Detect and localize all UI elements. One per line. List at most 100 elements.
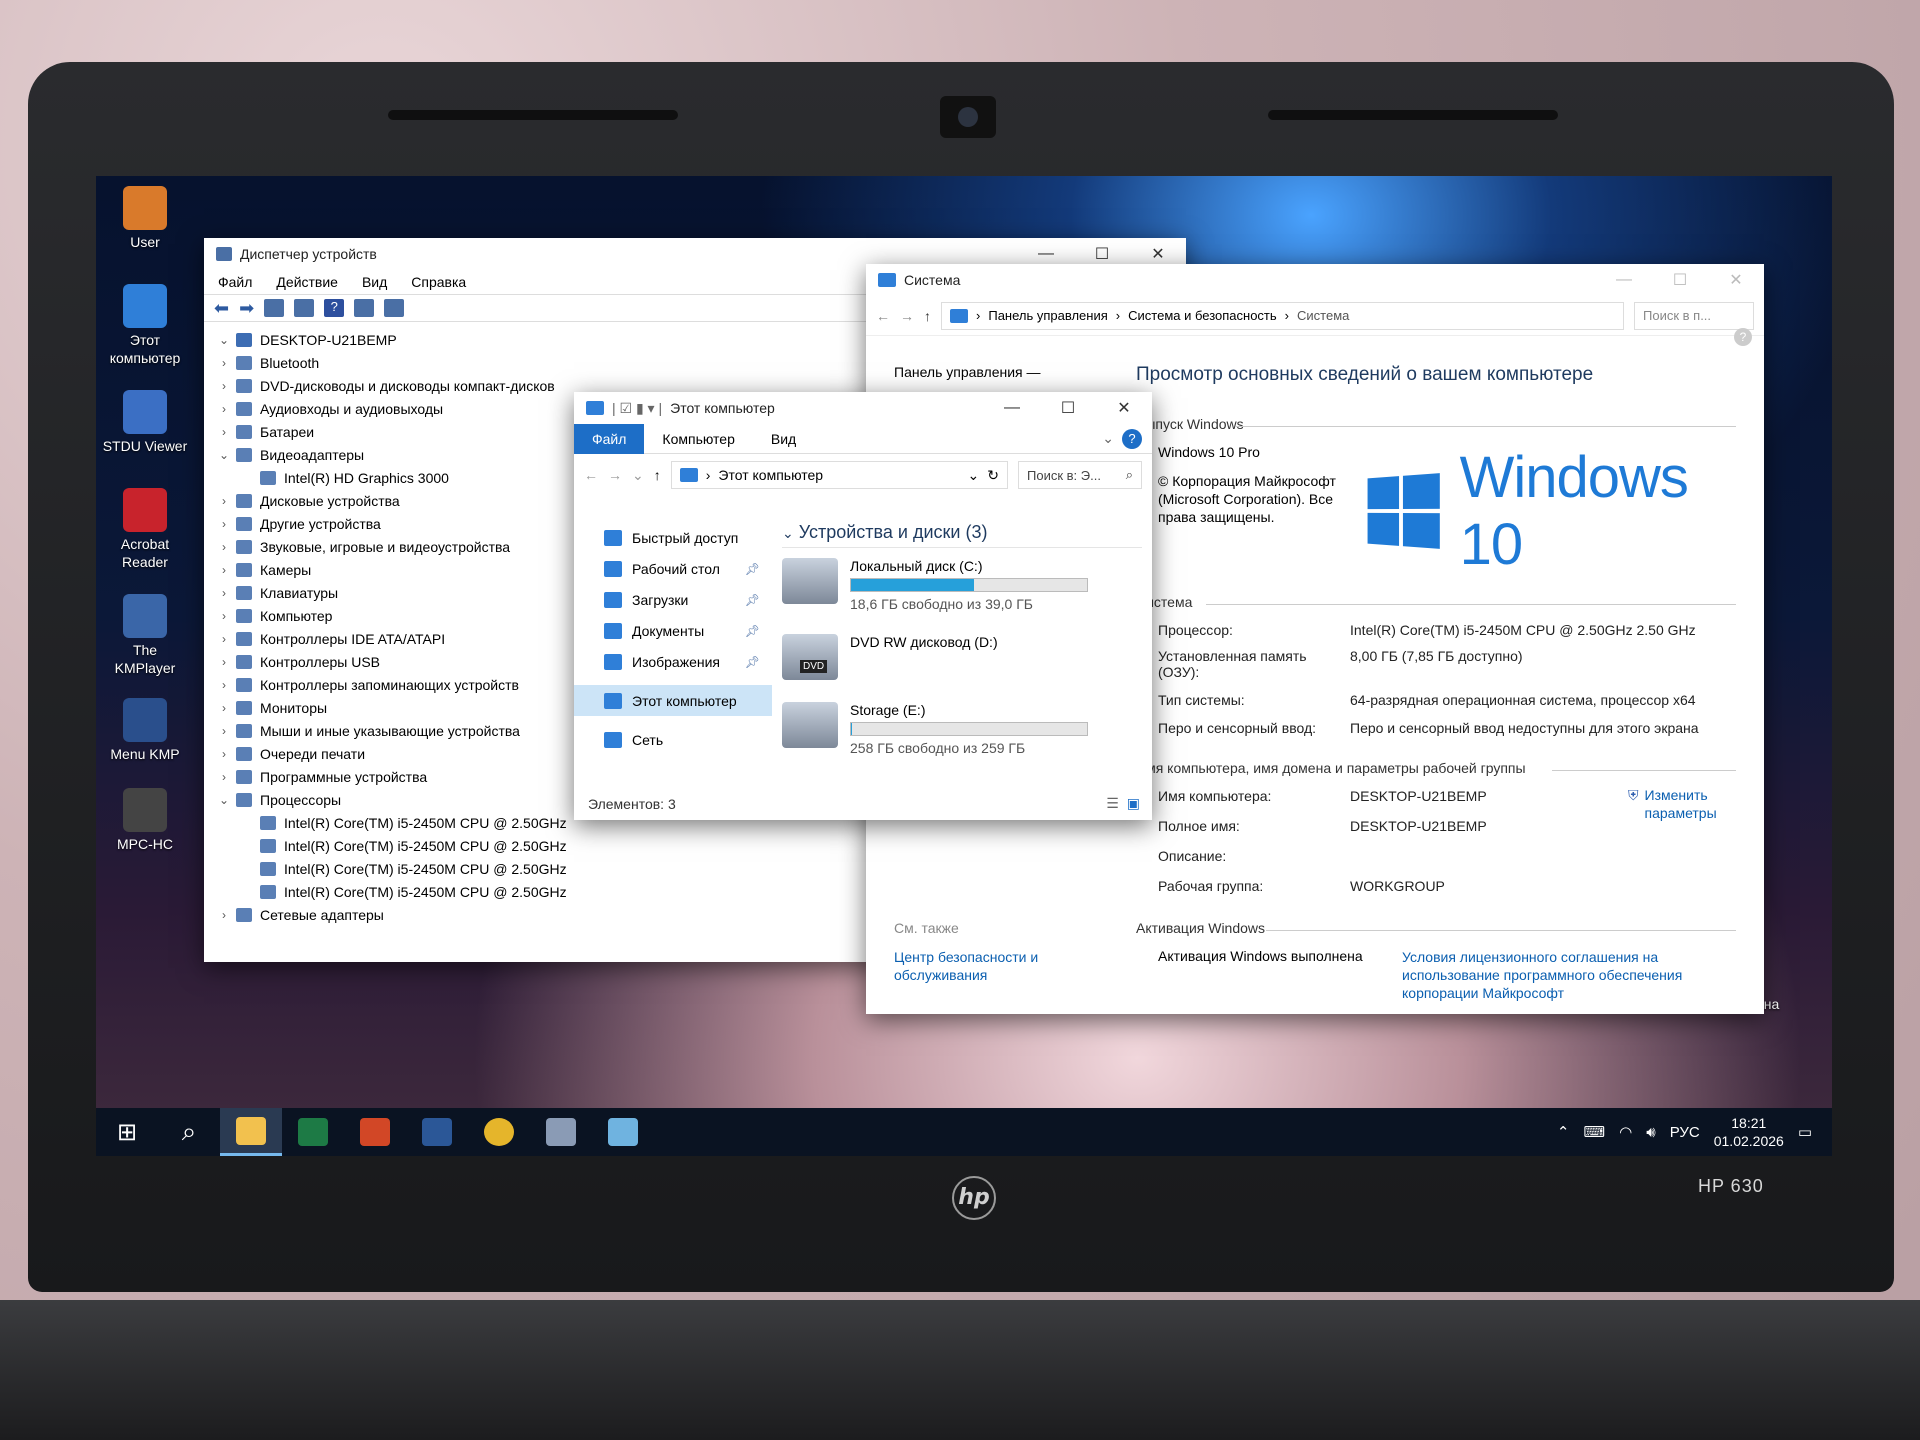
tab-view[interactable]: Вид <box>753 431 814 447</box>
nav-item[interactable]: Сеть <box>574 724 772 755</box>
nav-item[interactable]: Загрузки 📌︎ <box>574 584 772 615</box>
help-icon[interactable]: ? <box>1122 428 1142 449</box>
quick-access-toolbar[interactable]: | ☑ ▮ ▾ | <box>612 400 662 417</box>
pin-icon[interactable]: 📌︎ <box>745 624 760 638</box>
nav-item[interactable]: Изображения 📌︎ <box>574 646 772 677</box>
chevron-right-icon[interactable]: › <box>214 379 234 393</box>
details-view-icon[interactable]: ☰ <box>1106 795 1119 812</box>
monitor-icon[interactable] <box>384 299 405 317</box>
maximize-button[interactable]: ☐ <box>1652 264 1708 296</box>
chevron-down-icon[interactable]: ⌄ <box>782 525 794 541</box>
help-icon[interactable]: ? <box>324 299 345 317</box>
chevron-right-icon[interactable]: › <box>214 701 234 715</box>
refresh-icon[interactable]: ↻ <box>987 467 999 484</box>
excel-button[interactable] <box>282 1108 344 1156</box>
chevron-right-icon[interactable]: › <box>214 678 234 692</box>
system-search-input[interactable]: Поиск в п... <box>1634 301 1754 330</box>
chevron-down-icon[interactable]: ⌄ <box>214 448 234 462</box>
desktop-icon[interactable]: Этот компьютер <box>102 284 188 367</box>
chevron-right-icon[interactable]: › <box>214 494 234 508</box>
powerpoint-button[interactable] <box>344 1108 406 1156</box>
close-button[interactable]: ✕ <box>1096 392 1152 424</box>
desktop-icon[interactable]: Menu KMP <box>102 698 188 764</box>
control-panel-link[interactable]: Панель управления — <box>894 364 1041 380</box>
volume-icon[interactable]: 🔊︎ <box>1646 1124 1655 1141</box>
chevron-right-icon[interactable]: › <box>214 563 234 577</box>
back-icon[interactable]: ← <box>876 308 890 324</box>
back-icon[interactable]: ← <box>584 467 598 483</box>
devices-group-header[interactable]: ⌄ Устройства и диски (3) <box>782 522 1142 548</box>
chrome-button[interactable] <box>468 1108 530 1156</box>
chevron-right-icon[interactable]: › <box>214 517 234 531</box>
chevron-right-icon[interactable]: › <box>214 402 234 416</box>
desktop-icon[interactable]: MPC-HC <box>102 788 188 854</box>
search-button[interactable]: ⌕ <box>158 1108 220 1156</box>
explorer-address-input[interactable]: › Этот компьютер ⌄ ↻ <box>670 461 1008 489</box>
word-button[interactable] <box>406 1108 468 1156</box>
properties-icon[interactable] <box>264 299 285 317</box>
chevron-right-icon[interactable]: › <box>214 632 234 646</box>
chevron-right-icon[interactable]: › <box>214 425 234 439</box>
chevron-right-icon[interactable]: › <box>214 908 234 922</box>
system-titlebar[interactable]: Система — ☐ ✕ <box>866 264 1764 296</box>
menu-item[interactable]: Действие <box>276 274 338 290</box>
chevron-down-icon[interactable]: ⌄ <box>214 793 234 807</box>
chevron-down-icon[interactable]: ⌄ <box>1102 430 1114 447</box>
back-icon[interactable]: ⬅ <box>214 298 229 319</box>
breadcrumb-item[interactable]: Система <box>1297 308 1349 323</box>
chevron-right-icon[interactable]: › <box>214 747 234 761</box>
nav-item[interactable]: Этот компьютер <box>574 685 772 716</box>
nav-item[interactable]: Рабочий стол 📌︎ <box>574 553 772 584</box>
drive-item[interactable]: DVD DVD RW дисковод (D:) <box>782 634 1142 680</box>
pin-icon[interactable]: 📌︎ <box>745 655 760 669</box>
drive-item[interactable]: Локальный диск (C:) 18,6 ГБ свободно из 3… <box>782 558 1142 612</box>
view-icon[interactable] <box>354 299 375 317</box>
chevron-down-icon[interactable]: ⌄ <box>968 467 980 484</box>
keyboard-icon[interactable]: ⌨ <box>1583 1123 1605 1141</box>
explorer-titlebar[interactable]: | ☑ ▮ ▾ | Этот компьютер — ☐ ✕ <box>574 392 1152 424</box>
desktop-icon[interactable]: STDU Viewer <box>102 390 188 456</box>
device-manager-button[interactable] <box>530 1108 592 1156</box>
breadcrumb-item[interactable]: Панель управления <box>988 308 1107 323</box>
chevron-down-icon[interactable]: ⌄ <box>214 333 234 347</box>
recent-locations-icon[interactable]: ⌄ <box>632 467 644 484</box>
forward-icon[interactable]: → <box>900 308 914 324</box>
explorer-window[interactable]: | ☑ ▮ ▾ | Этот компьютер — ☐ ✕ Файл Комп… <box>574 392 1152 820</box>
chevron-right-icon[interactable]: › <box>214 655 234 669</box>
forward-icon[interactable]: → <box>608 467 622 483</box>
license-link[interactable]: Условия лицензионного соглашения на испо… <box>1402 948 1732 1003</box>
help-icon[interactable]: ? <box>1734 328 1752 346</box>
desktop-icon[interactable]: User <box>102 186 188 252</box>
breadcrumb[interactable]: › Панель управления › Система и безопасн… <box>941 301 1624 330</box>
menu-item[interactable]: Вид <box>362 274 387 290</box>
pin-icon[interactable]: 📌︎ <box>745 593 760 607</box>
up-icon[interactable]: ↑ <box>654 467 661 483</box>
chevron-right-icon[interactable]: › <box>214 540 234 554</box>
minimize-button[interactable]: — <box>984 392 1040 424</box>
clock[interactable]: 18:21 01.02.2026 <box>1714 1114 1784 1150</box>
language-indicator[interactable]: РУС <box>1670 1124 1700 1141</box>
desktop-icon[interactable]: Acrobat Reader <box>102 488 188 571</box>
file-explorer-button[interactable] <box>220 1108 282 1156</box>
drive-item[interactable]: Storage (E:) 258 ГБ свободно из 259 ГБ <box>782 702 1142 756</box>
change-settings-label[interactable]: Изменить параметры <box>1645 786 1739 822</box>
start-button[interactable]: ⊞ <box>96 1108 158 1156</box>
desktop-icon[interactable]: The KMPlayer <box>102 594 188 677</box>
chevron-right-icon[interactable]: › <box>214 356 234 370</box>
security-center-link[interactable]: Центр безопасности и обслуживания <box>894 948 1084 984</box>
minimize-button[interactable]: — <box>1596 264 1652 296</box>
nav-item[interactable]: Документы 📌︎ <box>574 615 772 646</box>
notifications-icon[interactable]: ▭ <box>1798 1123 1812 1141</box>
tab-computer[interactable]: Компьютер <box>644 431 752 447</box>
nav-item[interactable]: Быстрый доступ <box>574 522 772 553</box>
menu-item[interactable]: Файл <box>218 274 252 290</box>
up-icon[interactable]: ↑ <box>924 308 931 324</box>
maximize-button[interactable]: ☐ <box>1040 392 1096 424</box>
close-button[interactable]: ✕ <box>1708 264 1764 296</box>
update-driver-icon[interactable] <box>294 299 315 317</box>
chevron-up-icon[interactable]: ⌃ <box>1557 1123 1570 1141</box>
forward-icon[interactable]: ➡ <box>239 298 254 319</box>
chevron-right-icon[interactable]: › <box>214 586 234 600</box>
tiles-view-icon[interactable]: ▣ <box>1127 795 1140 812</box>
breadcrumb-item[interactable]: Система и безопасность <box>1128 308 1277 323</box>
